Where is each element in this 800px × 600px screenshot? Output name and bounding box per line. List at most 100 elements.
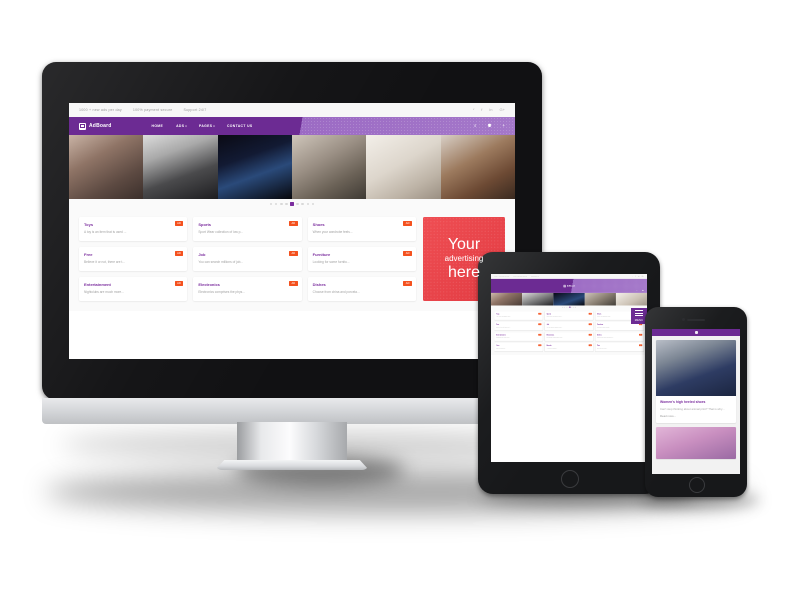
ad-line-3: here <box>447 264 481 281</box>
search-icon[interactable]: ⌕ <box>474 123 476 128</box>
carousel-dot[interactable] <box>306 202 310 206</box>
nav-item-contact-us[interactable]: CONTACT US <box>227 124 252 128</box>
article-title: Women's high heeled shoes <box>660 400 706 404</box>
ad-badge: AD <box>403 251 412 256</box>
article-card-secondary[interactable] <box>656 426 736 459</box>
carousel-dot[interactable] <box>571 306 573 308</box>
nav-item-pages[interactable]: PAGES▾ <box>199 124 215 128</box>
card-desc: Electronics comprises the phys... <box>198 289 245 294</box>
category-card[interactable]: AD Sports Sport Wear collection of low p..… <box>544 311 594 320</box>
category-card[interactable]: AD Free Believe it or not, there are t... <box>494 321 543 331</box>
card-desc: Choose from china and porcela... <box>312 289 360 294</box>
brand-name: AdBoard <box>89 123 112 129</box>
category-card[interactable]: AD Dishes Choose from china and porcela... <box>595 332 644 341</box>
phone-device: Women's high heeled shoes Can't stop thi… <box>645 307 747 497</box>
phone-home-button[interactable] <box>689 477 705 493</box>
card-desc: A brand is a named... <box>546 347 558 349</box>
ad-badge: AD <box>174 221 184 226</box>
carousel-dot[interactable] <box>296 202 299 206</box>
read-more-link[interactable]: Read more... <box>660 414 676 418</box>
twitter-icon[interactable]: ᵛ <box>473 108 474 112</box>
carousel-dot[interactable] <box>285 202 288 206</box>
linkedin-icon[interactable]: in <box>638 276 639 277</box>
tablet-home-button[interactable] <box>561 470 579 488</box>
logo-icon <box>694 331 698 334</box>
facebook-icon[interactable]: f <box>481 108 482 112</box>
carousel-dot[interactable] <box>280 202 283 206</box>
article-card[interactable]: Women's high heeled shoes Can't stop thi… <box>656 340 736 423</box>
carousel-dot[interactable] <box>567 306 569 308</box>
category-card[interactable]: AD Sports Sport Wear collection of low p..… <box>193 217 302 241</box>
hero-slide-people-steps <box>584 292 616 306</box>
nav-label: CONTACT US <box>227 124 253 128</box>
category-card[interactable]: AD Entertainment Nightclubs are much more.… <box>79 277 188 301</box>
category-card[interactable]: AD Toys A toy is an item that is used ... <box>494 311 543 320</box>
category-card[interactable]: AD Electronics Electronics comprises the p… <box>193 277 302 301</box>
chevron-down-icon: ▾ <box>213 125 215 128</box>
topbar-item-payment: 100% payment secure <box>132 108 173 112</box>
ad-badge: AD <box>588 312 592 315</box>
nav-item-home[interactable]: HOME <box>152 124 165 128</box>
card-title: Job <box>198 252 206 257</box>
carousel-dot[interactable] <box>562 306 564 308</box>
carousel-dots[interactable] <box>69 199 515 209</box>
carousel-dot[interactable] <box>269 202 273 206</box>
website-desktop: 1000 + new ads per day 100% payment secu… <box>69 103 515 311</box>
nav-label: ADS <box>176 124 185 128</box>
hamburger-bar <box>635 310 643 312</box>
card-desc: Believe it or not, there are t... <box>84 259 125 264</box>
category-card[interactable]: AD Shoes When your wardrobe feels... <box>307 217 416 241</box>
carousel-dot[interactable] <box>301 202 304 206</box>
card-desc: Nightclubs are much more... <box>84 289 124 294</box>
category-card[interactable]: AD Toys A toy is an item that is used ... <box>79 217 188 241</box>
category-card[interactable]: AD Electronics Electronics comprises the p… <box>544 332 594 341</box>
carousel-dot[interactable] <box>274 202 278 206</box>
carousel-dot[interactable] <box>565 306 567 308</box>
tablet-hero-carousel[interactable] <box>491 292 647 306</box>
googleplus-icon[interactable]: G+ <box>642 276 644 277</box>
add-icon[interactable]: + <box>502 123 505 128</box>
category-card[interactable]: AD Free Believe it or not, there are t... <box>79 247 188 271</box>
category-card[interactable]: AD Furniture Looking for some furnitu... <box>307 247 416 271</box>
nav-label: HOME <box>151 124 164 128</box>
googleplus-icon[interactable]: G+ <box>500 108 505 112</box>
logo-icon <box>563 284 566 288</box>
carousel-dot[interactable] <box>575 306 576 308</box>
hero-slide-people-steps <box>291 135 367 199</box>
ad-badge: AD <box>174 281 184 286</box>
mockup-stage: 1000 + new ads per day 100% payment secu… <box>0 0 800 600</box>
website-phone: Women's high heeled shoes Can't stop thi… <box>652 329 740 474</box>
ad-badge: AD <box>639 344 643 346</box>
ad-badge: AD <box>538 344 542 346</box>
card-title: Electronics <box>198 282 220 287</box>
category-card[interactable]: AD Dishes Choose from china and porcela... <box>307 277 416 301</box>
search-icon[interactable]: ⌕ <box>636 290 637 292</box>
hero-slide-fitness <box>69 135 144 199</box>
carousel-dot-active[interactable] <box>569 306 571 308</box>
ad-badge: AD <box>538 333 542 336</box>
card-title: Brands <box>546 344 552 347</box>
brand-logo[interactable]: AdBoard <box>563 284 575 288</box>
account-icon[interactable]: ⚉ <box>642 290 643 292</box>
carousel-dot[interactable] <box>573 306 575 308</box>
earpiece-speaker <box>687 319 705 321</box>
hero-slide-accessories <box>143 135 218 199</box>
category-card[interactable]: AD Job You can search millions of job... <box>544 321 594 331</box>
category-card[interactable]: AD Cars Car is a wheeled... <box>494 342 543 352</box>
topbar-item-support: Support 24/7 <box>183 108 207 112</box>
category-card[interactable]: AD Brands A brand is a named... <box>544 342 594 352</box>
category-card[interactable]: AD Pets Our pets are clean... <box>595 342 644 352</box>
ad-badge: AD <box>289 251 298 256</box>
hero-carousel[interactable] <box>69 135 515 199</box>
chevron-down-icon: ▾ <box>185 125 187 128</box>
account-icon[interactable]: ⚉ <box>487 123 491 128</box>
category-card[interactable]: AD Job You can search millions of job... <box>193 247 302 271</box>
carousel-dot[interactable] <box>563 306 565 308</box>
linkedin-icon[interactable]: in <box>489 108 492 112</box>
brand-logo[interactable]: AdBoard <box>79 122 112 130</box>
card-desc: Electronics comprises the phys... <box>546 336 563 339</box>
carousel-dot[interactable] <box>311 202 315 206</box>
nav-item-ads[interactable]: ADS▾ <box>176 124 187 128</box>
category-card[interactable]: AD Entertainment Nightclubs are much more.… <box>494 332 543 341</box>
carousel-dot-active[interactable] <box>290 202 294 206</box>
